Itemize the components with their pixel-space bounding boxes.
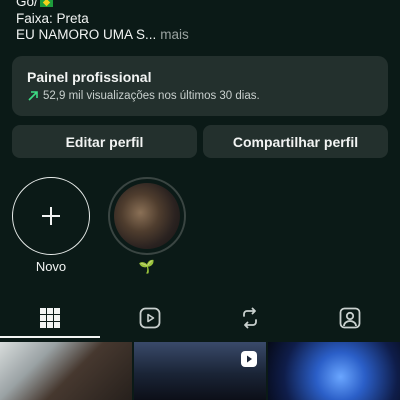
post-thumbnail[interactable] bbox=[268, 342, 400, 400]
highlight-label-sprout: 🌱 bbox=[138, 259, 156, 274]
bio-line-1: Go/ bbox=[16, 0, 189, 11]
profile-tabs bbox=[0, 298, 400, 338]
post-thumbnail[interactable] bbox=[0, 342, 132, 400]
reel-badge-icon bbox=[241, 351, 257, 367]
panel-subtitle: 52,9 mil visualizações nos últimos 30 di… bbox=[27, 90, 373, 102]
post-thumbnail[interactable] bbox=[134, 342, 266, 400]
panel-views-text: 52,9 mil visualizações nos últimos 30 di… bbox=[43, 90, 260, 102]
edit-profile-button[interactable]: Editar perfil bbox=[12, 125, 197, 158]
highlight-label-new: Novo bbox=[35, 259, 67, 274]
new-highlight-button[interactable] bbox=[12, 177, 90, 255]
bio-line-2: Faixa: Preta bbox=[16, 10, 89, 26]
grid-icon bbox=[40, 308, 60, 328]
brazil-flag-icon bbox=[39, 0, 53, 7]
more-link[interactable]: mais bbox=[160, 27, 189, 42]
repost-icon bbox=[243, 307, 257, 329]
highlight-cover-image bbox=[114, 183, 180, 249]
tagged-icon bbox=[339, 307, 361, 329]
profile-bio: Go/ Faixa: Preta EU NAMORO UMA S... mais bbox=[16, 0, 189, 44]
tab-grid[interactable] bbox=[0, 298, 100, 338]
professional-dashboard[interactable]: Painel profissional 52,9 mil visualizaçõ… bbox=[12, 56, 388, 116]
active-tab-indicator bbox=[0, 336, 100, 338]
posts-grid bbox=[0, 342, 400, 400]
story-highlight[interactable] bbox=[108, 177, 186, 255]
trend-up-arrow-icon bbox=[28, 91, 38, 101]
panel-title: Painel profissional bbox=[27, 69, 152, 85]
tab-reposts[interactable] bbox=[200, 298, 300, 338]
plus-icon bbox=[42, 207, 60, 225]
reels-icon bbox=[139, 307, 161, 329]
bio-line-3: EU NAMORO UMA S... mais bbox=[16, 27, 189, 42]
share-profile-button[interactable]: Compartilhar perfil bbox=[203, 125, 388, 158]
tab-reels[interactable] bbox=[100, 298, 200, 338]
tab-tagged[interactable] bbox=[300, 298, 400, 338]
